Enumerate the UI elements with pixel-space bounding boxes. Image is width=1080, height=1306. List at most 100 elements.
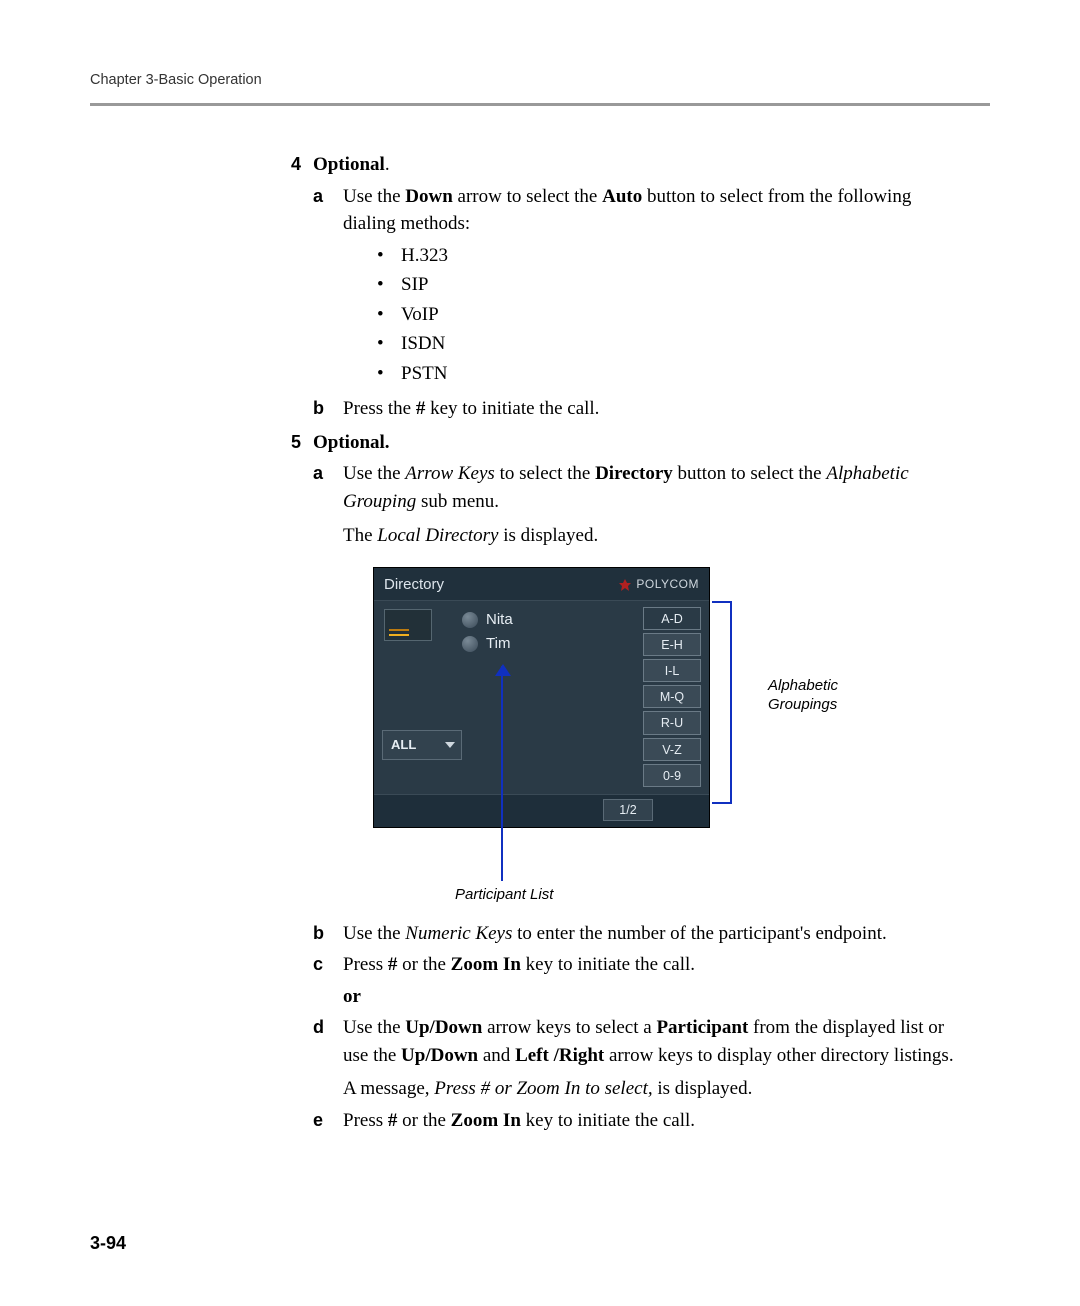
kw-zoom-in: Zoom In xyxy=(451,954,521,975)
step-5: 5 Optional. a Use the Arrow Keys to sele… xyxy=(265,429,960,1135)
text: key to initiate the call. xyxy=(521,1110,695,1131)
step-5d: d Use the Up/Down arrow keys to select a… xyxy=(313,1014,960,1103)
it-press-msg: Press # or Zoom In to select, xyxy=(434,1078,652,1099)
kw-down: Down xyxy=(405,186,453,207)
chevron-down-icon xyxy=(445,742,455,748)
step-4: 4 Optional. a Use the Down arrow to sele… xyxy=(265,151,960,423)
device-titlebar: Directory POLYCOM xyxy=(374,568,709,601)
kw-hash: # xyxy=(388,954,398,975)
device-title: Directory xyxy=(384,574,444,596)
polycom-icon xyxy=(618,578,632,592)
step-5-lead: Optional. xyxy=(313,432,390,453)
text: or the xyxy=(397,1110,450,1131)
kw-participant: Participant xyxy=(656,1017,748,1038)
or-separator: or xyxy=(343,983,960,1011)
step-5b: b Use the Numeric Keys to enter the numb… xyxy=(313,920,960,948)
step-number: 5 xyxy=(265,429,313,1135)
kw-updown: Up/Down xyxy=(405,1017,482,1038)
text: arrow to select the xyxy=(453,186,602,207)
participant-name: Nita xyxy=(486,609,513,631)
participant-name: Tim xyxy=(486,633,510,655)
all-dropdown[interactable]: ALL xyxy=(382,730,462,760)
arrow-up-icon xyxy=(495,664,511,676)
running-header: Chapter 3-Basic Operation xyxy=(90,70,990,91)
kw-hash: # xyxy=(416,398,426,419)
text: to select the xyxy=(495,463,595,484)
text: Press xyxy=(343,1110,388,1131)
brand-logo: POLYCOM xyxy=(618,576,699,593)
alpha-group-button[interactable]: M-Q xyxy=(643,685,701,708)
step-4-lead: Optional xyxy=(313,154,385,175)
list-item: PSTN xyxy=(377,360,960,388)
text: key to initiate the call. xyxy=(521,954,695,975)
step-5a: a Use the Arrow Keys to select the Direc… xyxy=(313,460,960,905)
alpha-group-button[interactable]: V-Z xyxy=(643,738,701,761)
step-4-tail: . xyxy=(385,154,390,175)
list-item: VoIP xyxy=(377,301,960,329)
kw-updown2: Up/Down xyxy=(401,1045,478,1066)
text: Use the xyxy=(343,186,405,207)
sub-letter: e xyxy=(313,1107,343,1135)
dialing-method-list: H.323 SIP VoIP ISDN PSTN xyxy=(377,242,960,388)
alpha-group-button[interactable]: 0-9 xyxy=(643,764,701,787)
brand-text: POLYCOM xyxy=(636,576,699,593)
kw-hash: # xyxy=(388,1110,398,1131)
text: Press xyxy=(343,954,388,975)
text: sub menu. xyxy=(416,491,499,512)
alpha-group-column: A-D E-H I-L M-Q R-U V-Z 0-9 xyxy=(643,607,701,790)
self-view-thumbnail[interactable] xyxy=(384,609,432,641)
sub-letter: b xyxy=(313,395,343,423)
directory-figure: Directory POLYCOM xyxy=(373,567,960,828)
kw-zoom-in: Zoom In xyxy=(451,1110,521,1131)
alpha-group-button[interactable]: I-L xyxy=(643,659,701,682)
text: Use the xyxy=(343,923,405,944)
step-4a: a Use the Down arrow to select the Auto … xyxy=(313,183,960,392)
annotation-participant-list: Participant List xyxy=(455,884,960,906)
alpha-group-button[interactable]: E-H xyxy=(643,633,701,656)
text: A message, xyxy=(343,1078,434,1099)
callout-arrow xyxy=(373,834,708,884)
text: and xyxy=(478,1045,515,1066)
text: arrow keys to display other directory li… xyxy=(604,1045,953,1066)
device-screen: Directory POLYCOM xyxy=(373,567,710,828)
text: to enter the number of the participant's… xyxy=(512,923,886,944)
device-statusbar: 1/2 xyxy=(374,794,709,827)
list-item[interactable]: Nita xyxy=(462,609,643,631)
participant-icon xyxy=(462,612,478,628)
kw-directory: Directory xyxy=(595,463,673,484)
text: button to select the xyxy=(673,463,827,484)
alpha-group-button[interactable]: A-D xyxy=(643,607,701,630)
text: The xyxy=(343,525,377,546)
sub-letter: c xyxy=(313,951,343,1010)
sub-letter: b xyxy=(313,920,343,948)
sub-letter: a xyxy=(313,183,343,392)
text: Use the xyxy=(343,1017,405,1038)
text: is displayed. xyxy=(653,1078,753,1099)
text: is displayed. xyxy=(499,525,599,546)
page-indicator[interactable]: 1/2 xyxy=(603,799,653,821)
header-rule xyxy=(90,103,990,106)
alpha-group-button[interactable]: R-U xyxy=(643,711,701,734)
list-item: ISDN xyxy=(377,330,960,358)
device-body: ALL Nita xyxy=(374,601,709,794)
participant-list[interactable]: Nita Tim xyxy=(456,607,643,790)
text: key to initiate the call. xyxy=(425,398,599,419)
sub-letter: d xyxy=(313,1014,343,1103)
annotation-alpha-groupings: Alphabetic Groupings xyxy=(768,677,838,715)
page-number: 3-94 xyxy=(90,1230,126,1256)
bracket-callout xyxy=(712,601,732,804)
text: or the xyxy=(397,954,450,975)
sub-letter: a xyxy=(313,460,343,905)
all-label: ALL xyxy=(391,736,416,755)
kw-leftright: Left /Right xyxy=(515,1045,604,1066)
kw-auto: Auto xyxy=(602,186,642,207)
list-item[interactable]: Tim xyxy=(462,633,643,655)
step-number: 4 xyxy=(265,151,313,423)
it-local-directory: Local Directory xyxy=(377,525,498,546)
text: arrow keys to select a xyxy=(482,1017,656,1038)
step-5c: c Press # or the Zoom In key to initiate… xyxy=(313,951,960,1010)
step-4b: b Press the # key to initiate the call. xyxy=(313,395,960,423)
it-arrow-keys: Arrow Keys xyxy=(405,463,495,484)
list-item: H.323 xyxy=(377,242,960,270)
list-item: SIP xyxy=(377,271,960,299)
